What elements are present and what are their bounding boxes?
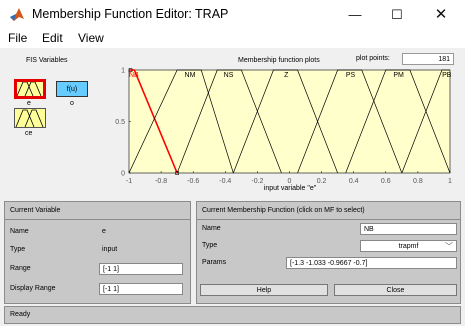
- x-tick-label: -0.8: [155, 178, 167, 185]
- close-button[interactable]: Close: [334, 284, 457, 296]
- variable-type-label: Type: [10, 246, 26, 253]
- y-tick-label: 1: [121, 68, 125, 75]
- mf-type-label: Type: [202, 242, 218, 249]
- mf-name-label-nb: NB: [129, 72, 139, 79]
- params-label: Params: [202, 259, 227, 266]
- current-variable-header: Current Variable: [10, 207, 61, 214]
- display-range-label: Display Range: [10, 285, 56, 292]
- x-tick-label: 1: [448, 178, 452, 185]
- x-tick-label: -0.4: [219, 178, 231, 185]
- help-button[interactable]: Help: [200, 284, 328, 296]
- params-input[interactable]: [-1.3 -1.033 -0.9667 -0.7]: [286, 257, 457, 269]
- x-tick-label: -0.2: [251, 178, 263, 185]
- mf-name-label: Name: [202, 225, 221, 232]
- mf-name-input[interactable]: NB: [360, 223, 457, 235]
- variable-name-label: Name: [10, 228, 29, 235]
- y-tick-label: 0: [121, 171, 125, 178]
- variable-name-value: e: [102, 228, 106, 235]
- x-tick-label: 0.8: [413, 178, 423, 185]
- status-bar: [4, 306, 461, 324]
- mf-name-label-pb: PB: [442, 72, 452, 79]
- mf-name-label-ps: PS: [346, 72, 356, 79]
- x-tick-label: 0.4: [349, 178, 359, 185]
- membership-function-plot[interactable]: 0 0.5 1 -1 -0.8 -0.6 -0.4 -0.2 0 0.2 0.4 0.6 0.8 1 N…: [0, 0, 465, 200]
- plot-area: [128, 69, 451, 174]
- current-mf-header: Current Membership Function (click on MF…: [202, 207, 365, 214]
- range-input[interactable]: [-1 1]: [99, 263, 183, 275]
- x-tick-label: 0: [288, 178, 292, 185]
- x-tick-label: 0.6: [381, 178, 391, 185]
- x-tick-label: -0.6: [187, 178, 199, 185]
- mf-name-label-pm: PM: [393, 72, 404, 79]
- x-axis-label: input variable "e": [264, 185, 317, 192]
- variable-type-value: input: [102, 246, 118, 253]
- mf-name-label-nm: NM: [185, 72, 196, 79]
- mf-type-value: trapmf: [398, 243, 419, 250]
- chevron-down-icon: ﹀: [445, 242, 453, 251]
- x-tick-label: 0.2: [317, 178, 327, 185]
- y-tick-label: 0.5: [115, 119, 125, 126]
- mf-type-select[interactable]: trapmf ﹀: [360, 240, 457, 252]
- range-label: Range: [10, 265, 31, 272]
- mf-name-label-ns: NS: [224, 72, 234, 79]
- display-range-input[interactable]: [-1 1]: [99, 283, 183, 295]
- mf-name-label-z: Z: [284, 72, 289, 79]
- status-text: Ready: [10, 311, 31, 318]
- x-tick-label: -1: [126, 178, 132, 185]
